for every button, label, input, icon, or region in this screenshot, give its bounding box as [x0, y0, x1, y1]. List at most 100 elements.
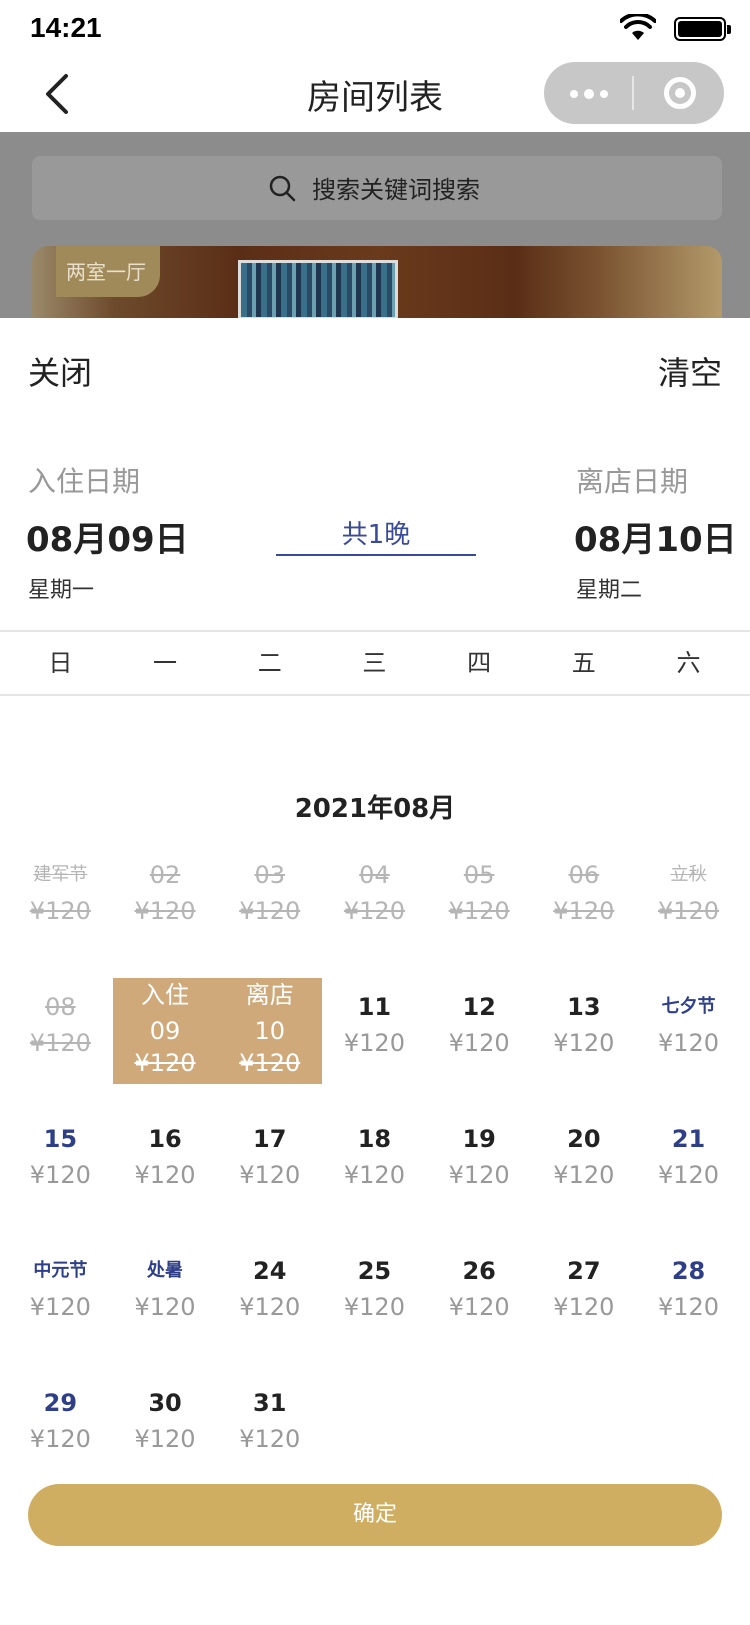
status-bar: 14:21: [0, 0, 750, 58]
search-placeholder: 搜索关键词搜索: [312, 176, 480, 204]
room-card[interactable]: 两室一厅: [32, 246, 722, 318]
day-label: 28: [671, 1257, 706, 1285]
calendar-day[interactable]: 26 ¥120: [427, 1242, 532, 1348]
calendar-day[interactable]: 29 ¥120: [8, 1374, 113, 1480]
day-label: 26: [462, 1257, 496, 1285]
day-price: ¥120: [553, 1161, 615, 1189]
calendar-day[interactable]: 21 ¥120: [636, 1110, 741, 1216]
battery-icon: [674, 17, 731, 41]
day-label: 06: [568, 861, 600, 889]
checkin-date: 08月09日: [26, 520, 189, 560]
day-price: ¥120: [134, 1049, 196, 1077]
day-label: 10: [254, 1017, 285, 1045]
calendar-day[interactable]: 15 ¥120: [8, 1110, 113, 1216]
checkout-date: 08月10日: [574, 520, 737, 560]
day-label: 立秋: [670, 864, 707, 885]
calendar-day[interactable]: 中元节 ¥120: [8, 1242, 113, 1348]
day-price: ¥120: [448, 1161, 510, 1189]
day-price: ¥120: [448, 897, 510, 925]
day-label: 13: [567, 993, 601, 1021]
calendar-day[interactable]: 12 ¥120: [427, 978, 532, 1084]
calendar-day[interactable]: 入住 09 ¥120: [112, 978, 218, 1084]
calendar-day[interactable]: 20 ¥120: [532, 1110, 637, 1216]
day-label: 建军节: [33, 864, 88, 885]
calendar-day[interactable]: 19 ¥120: [427, 1110, 532, 1216]
day-price: ¥120: [553, 897, 615, 925]
weekday-label: 一: [153, 649, 178, 677]
day-price: ¥120: [239, 1161, 301, 1189]
day-label: 12: [462, 993, 496, 1021]
dot-icon: [584, 89, 594, 99]
day-tag: 入住: [141, 981, 190, 1009]
page-overlay[interactable]: 搜索关键词搜索 两室一厅: [0, 132, 750, 318]
day-price: ¥120: [134, 1293, 196, 1321]
day-label: 31: [253, 1389, 287, 1417]
calendar-day: 06 ¥120: [532, 846, 637, 952]
day-price: ¥120: [343, 1293, 405, 1321]
day-price: ¥120: [29, 1293, 91, 1321]
exit-miniprogram-button[interactable]: [634, 62, 724, 124]
nav-bar: 房间列表: [0, 58, 750, 132]
calendar-day[interactable]: 处暑 ¥120: [113, 1242, 218, 1348]
clear-button[interactable]: 清空: [658, 348, 722, 394]
day-price: ¥120: [29, 1029, 91, 1057]
search-bar[interactable]: 搜索关键词搜索: [32, 156, 722, 220]
calendar-day[interactable]: 30 ¥120: [113, 1374, 218, 1480]
day-label: 08: [45, 993, 76, 1021]
room-type-tag: 两室一厅: [56, 246, 160, 297]
dot-icon: [570, 90, 578, 98]
calendar-day: 建军节 ¥120: [8, 846, 113, 952]
day-price: ¥120: [29, 897, 91, 925]
calendar-day[interactable]: 七夕节 ¥120: [636, 978, 741, 1084]
weekday-label: 四: [467, 649, 492, 677]
day-price: ¥120: [343, 1029, 405, 1057]
day-price: ¥120: [29, 1425, 91, 1453]
weekday-label: 六: [676, 649, 701, 677]
day-label: 04: [359, 861, 390, 889]
miniprogram-capsule: [544, 62, 724, 124]
day-label: 02: [149, 861, 181, 889]
close-button[interactable]: 关闭: [28, 348, 92, 394]
day-price: ¥120: [448, 1293, 510, 1321]
day-label: 17: [253, 1125, 287, 1153]
calendar-day[interactable]: 27 ¥120: [532, 1242, 637, 1348]
date-picker-sheet: 关闭 清空 入住日期 08月09日 星期一 共1晚 离店日期 08月10日 星期…: [0, 318, 750, 1625]
confirm-button[interactable]: 确定: [28, 1484, 722, 1546]
target-circle-icon: [664, 77, 696, 109]
day-label: 20: [567, 1125, 601, 1153]
day-price: ¥120: [657, 897, 720, 925]
day-label: 15: [43, 1125, 78, 1153]
day-label: 03: [254, 861, 285, 889]
day-label: 11: [357, 993, 392, 1021]
day-label: 21: [671, 1125, 706, 1153]
checkin-label: 入住日期: [28, 465, 141, 498]
nights-count: 共1晚: [276, 514, 476, 556]
calendar-day: 立秋 ¥120: [636, 846, 741, 952]
day-label: 27: [567, 1257, 601, 1285]
day-label: 16: [148, 1125, 182, 1153]
day-label: 09: [149, 1017, 181, 1045]
calendar-day[interactable]: 16 ¥120: [113, 1110, 218, 1216]
day-price: ¥120: [134, 897, 196, 925]
day-price: ¥120: [553, 1029, 615, 1057]
day-price: ¥120: [657, 1293, 720, 1321]
search-icon: [269, 175, 296, 202]
calendar-day[interactable]: 13 ¥120: [532, 978, 637, 1084]
checkout-label: 离店日期: [576, 465, 689, 498]
wifi-icon: [620, 14, 656, 40]
calendar-day[interactable]: 25 ¥120: [322, 1242, 427, 1348]
calendar-day[interactable]: 28 ¥120: [636, 1242, 741, 1348]
day-label: 七夕节: [661, 996, 716, 1017]
calendar-day[interactable]: 24 ¥120: [217, 1242, 322, 1348]
more-options-button[interactable]: [544, 62, 632, 124]
calendar-day[interactable]: 18 ¥120: [322, 1110, 427, 1216]
day-price: ¥120: [239, 897, 301, 925]
calendar-day[interactable]: 17 ¥120: [217, 1110, 322, 1216]
calendar-day[interactable]: 11 ¥120: [322, 978, 427, 1084]
day-price: ¥120: [553, 1293, 615, 1321]
calendar-day[interactable]: 离店 10 ¥120: [217, 978, 323, 1084]
calendar-day: 04 ¥120: [322, 846, 427, 952]
calendar-day: 02 ¥120: [113, 846, 218, 952]
calendar-day[interactable]: 31 ¥120: [217, 1374, 322, 1480]
day-price: ¥120: [134, 1161, 196, 1189]
